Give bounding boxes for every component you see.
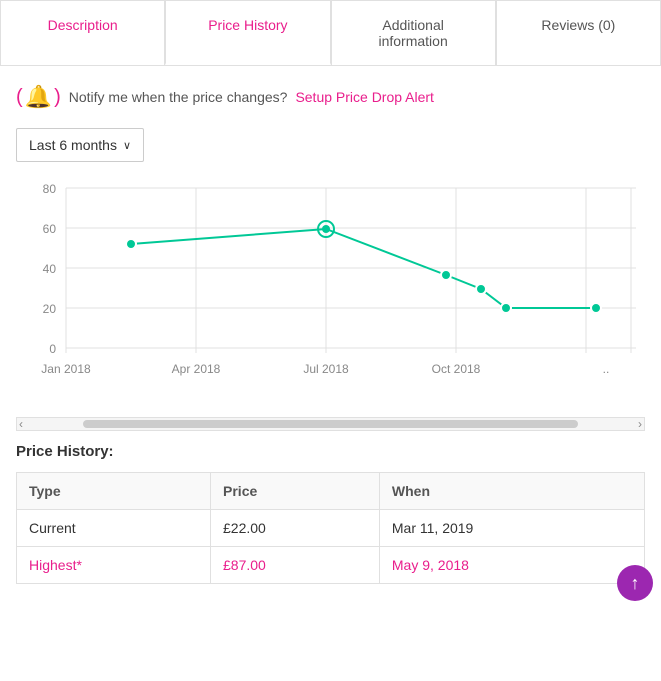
scroll-top-icon: ↑ <box>631 573 640 594</box>
tabs-bar: Description Price History Additional inf… <box>0 0 661 66</box>
price-history-section: Price History: Type Price When Current£2… <box>0 431 661 596</box>
tab-additional-information[interactable]: Additional information <box>331 0 496 65</box>
price-chart-container: 0 20 40 60 80 Jan 2018 Apr 2018 Jul 2018… <box>16 178 645 401</box>
svg-text:20: 20 <box>43 302 57 316</box>
scroll-right-arrow[interactable]: › <box>638 417 642 431</box>
bell-icon-inner: 🔔 <box>25 84 52 110</box>
cell-type-1: Highest* <box>17 547 211 584</box>
col-type-header: Type <box>17 473 211 510</box>
svg-text:60: 60 <box>43 222 57 236</box>
bell-animation-icon: ( 🔔 ) <box>16 84 61 110</box>
svg-text:0: 0 <box>49 342 56 356</box>
price-history-title: Price History: <box>16 443 645 460</box>
svg-text:80: 80 <box>43 182 57 196</box>
time-range-dropdown[interactable]: Last 6 months ∨ <box>16 128 144 162</box>
cell-price-1: £87.00 <box>211 547 380 584</box>
svg-text:Apr 2018: Apr 2018 <box>172 362 221 376</box>
scroll-left-arrow[interactable]: ‹ <box>19 417 23 431</box>
setup-price-drop-link[interactable]: Setup Price Drop Alert <box>295 89 434 105</box>
dropdown-label: Last 6 months <box>29 137 117 153</box>
chevron-down-icon: ∨ <box>123 139 131 152</box>
scroll-thumb[interactable] <box>83 420 578 428</box>
col-when-header: When <box>379 473 644 510</box>
col-price-header: Price <box>211 473 380 510</box>
price-history-table: Type Price When Current£22.00Mar 11, 201… <box>16 472 645 584</box>
table-header-row: Type Price When <box>17 473 645 510</box>
svg-text:Jan 2018: Jan 2018 <box>41 362 91 376</box>
tab-description[interactable]: Description <box>0 0 165 65</box>
cell-when-0: Mar 11, 2019 <box>379 510 644 547</box>
table-row: Highest*£87.00May 9, 2018 <box>17 547 645 584</box>
svg-text:..: .. <box>603 362 610 376</box>
svg-text:Jul 2018: Jul 2018 <box>303 362 349 376</box>
price-chart-svg: 0 20 40 60 80 Jan 2018 Apr 2018 Jul 2018… <box>16 178 646 398</box>
svg-text:Oct 2018: Oct 2018 <box>432 362 481 376</box>
cell-type-0: Current <box>17 510 211 547</box>
cell-when-1: May 9, 2018 <box>379 547 644 584</box>
notify-text: Notify me when the price changes? <box>69 89 288 105</box>
chart-scrollbar[interactable]: ‹ › <box>16 417 645 431</box>
scroll-to-top-button[interactable]: ↑ <box>617 565 653 601</box>
svg-text:40: 40 <box>43 262 57 276</box>
notify-bar: ( 🔔 ) Notify me when the price changes? … <box>0 66 661 128</box>
table-row: Current£22.00Mar 11, 2019 <box>17 510 645 547</box>
tab-price-history[interactable]: Price History <box>165 0 330 65</box>
cell-price-0: £22.00 <box>211 510 380 547</box>
tab-reviews[interactable]: Reviews (0) <box>496 0 661 65</box>
